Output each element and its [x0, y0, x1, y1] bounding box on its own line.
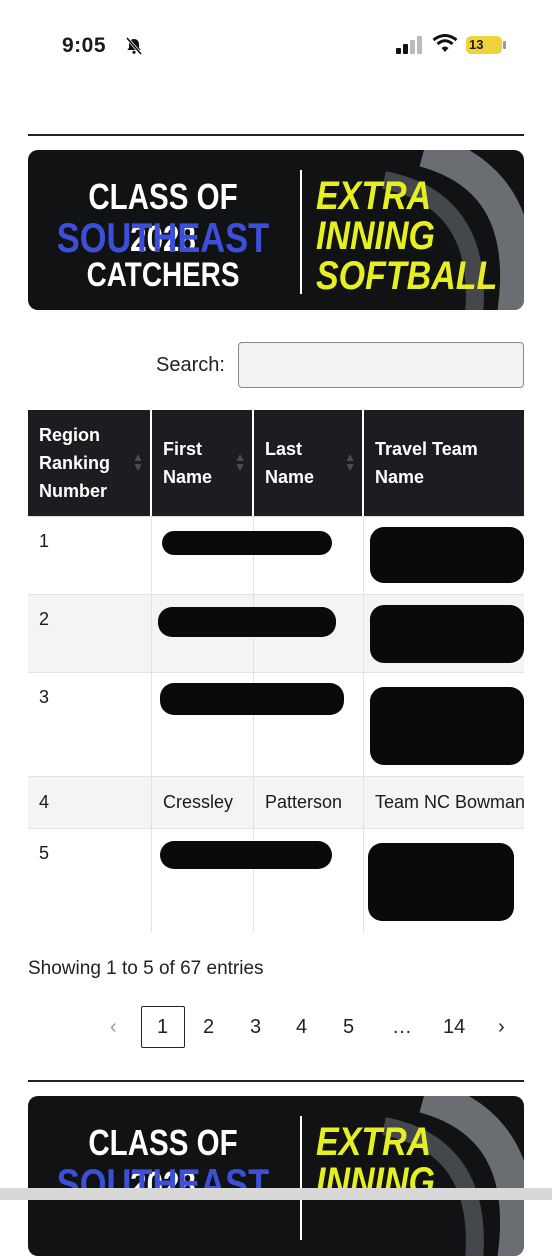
cell-team: Team NC Bowman [364, 777, 524, 828]
brand-inning: INNING [316, 214, 435, 258]
prev-page-button[interactable]: ‹ [110, 1016, 117, 1039]
cell-rank: 3 [28, 673, 152, 776]
sort-icon: ▲ ▼ [344, 450, 356, 474]
table-row[interactable]: 2 [28, 594, 524, 672]
banner-position: CATCHERS [86, 256, 240, 294]
page-5[interactable]: 5 [343, 1016, 354, 1039]
search-label: Search: [156, 354, 225, 376]
sort-icon: ▲ ▼ [234, 450, 246, 474]
pagination: ‹ 1 2 3 4 5 … 14 › [0, 1006, 552, 1050]
brand-extra: EXTRA [316, 1120, 432, 1164]
redaction-mark [162, 531, 332, 555]
redaction-mark [370, 527, 524, 583]
table-row[interactable]: 5 [28, 828, 524, 932]
header-last-name[interactable]: Last Name ▲ ▼ [254, 410, 364, 516]
search-input[interactable] [238, 342, 524, 388]
header-travel-team[interactable]: Travel Team Name [364, 410, 524, 516]
brand-softball: SOFTBALL [316, 254, 498, 298]
entries-info: Showing 1 to 5 of 67 entries [28, 958, 264, 979]
page-3[interactable]: 3 [250, 1016, 261, 1039]
cell-first: Cressley [152, 777, 254, 828]
redaction-mark [370, 605, 524, 663]
redaction-mark [160, 841, 332, 869]
next-page-button[interactable]: › [498, 1016, 505, 1039]
table-header: Region Ranking Number ▲ ▼ First Name ▲ ▼ L… [28, 410, 524, 516]
class-banner-2: CLASS OF 2028 SOUTHEAST EXTRA INNING [28, 1096, 524, 1256]
banner-divider [300, 1116, 302, 1240]
header-team-label: Travel Team Name [375, 439, 478, 487]
header-first-label: First Name [163, 439, 213, 487]
section-divider [28, 134, 524, 136]
page-14[interactable]: 14 [443, 1016, 465, 1039]
redaction-mark [370, 687, 524, 765]
redaction-mark [368, 843, 514, 921]
header-last-label: Last Name [265, 439, 315, 487]
banner-divider [300, 170, 302, 294]
cell-first [152, 517, 254, 594]
page-ellipsis: … [392, 1016, 412, 1038]
page-1[interactable]: 1 [157, 1016, 168, 1039]
banner-region: SOUTHEAST [56, 214, 270, 261]
status-time: 9:05 [62, 34, 107, 57]
silent-bell-icon [125, 37, 143, 55]
cell-rank: 4 [28, 777, 152, 828]
table-row[interactable]: 1 [28, 516, 524, 594]
cell-rank: 1 [28, 517, 152, 594]
cell-last [254, 517, 364, 594]
wifi-icon [432, 34, 458, 52]
redaction-mark [158, 607, 336, 637]
brand-extra: EXTRA [316, 174, 432, 218]
table-row[interactable]: 4 Cressley Patterson Team NC Bowman [28, 776, 524, 828]
cell-last: Patterson [254, 777, 364, 828]
rankings-table: Region Ranking Number ▲ ▼ First Name ▲ ▼ L… [28, 410, 524, 932]
cell-rank: 2 [28, 595, 152, 672]
status-bar: 9:05 13 [0, 0, 552, 90]
header-rank-label: Region Ranking Number [39, 425, 111, 501]
page-2[interactable]: 2 [203, 1016, 214, 1039]
cellular-signal-icon [396, 36, 422, 54]
class-banner: CLASS OF 2028 SOUTHEAST CATCHERS EXTRA I… [28, 150, 524, 310]
table-row[interactable]: 3 [28, 672, 524, 776]
banner-region: SOUTHEAST [56, 1160, 270, 1207]
header-first-name[interactable]: First Name ▲ ▼ [152, 410, 254, 516]
home-indicator-bar [0, 1188, 552, 1200]
cell-rank: 5 [28, 829, 152, 932]
page-4[interactable]: 4 [296, 1016, 307, 1039]
battery-nub [503, 41, 506, 49]
sort-icon: ▲ ▼ [132, 450, 144, 474]
header-rank[interactable]: Region Ranking Number ▲ ▼ [28, 410, 152, 516]
section-divider [28, 1080, 524, 1082]
battery-level: 13 [466, 36, 502, 54]
redaction-mark [160, 683, 344, 715]
